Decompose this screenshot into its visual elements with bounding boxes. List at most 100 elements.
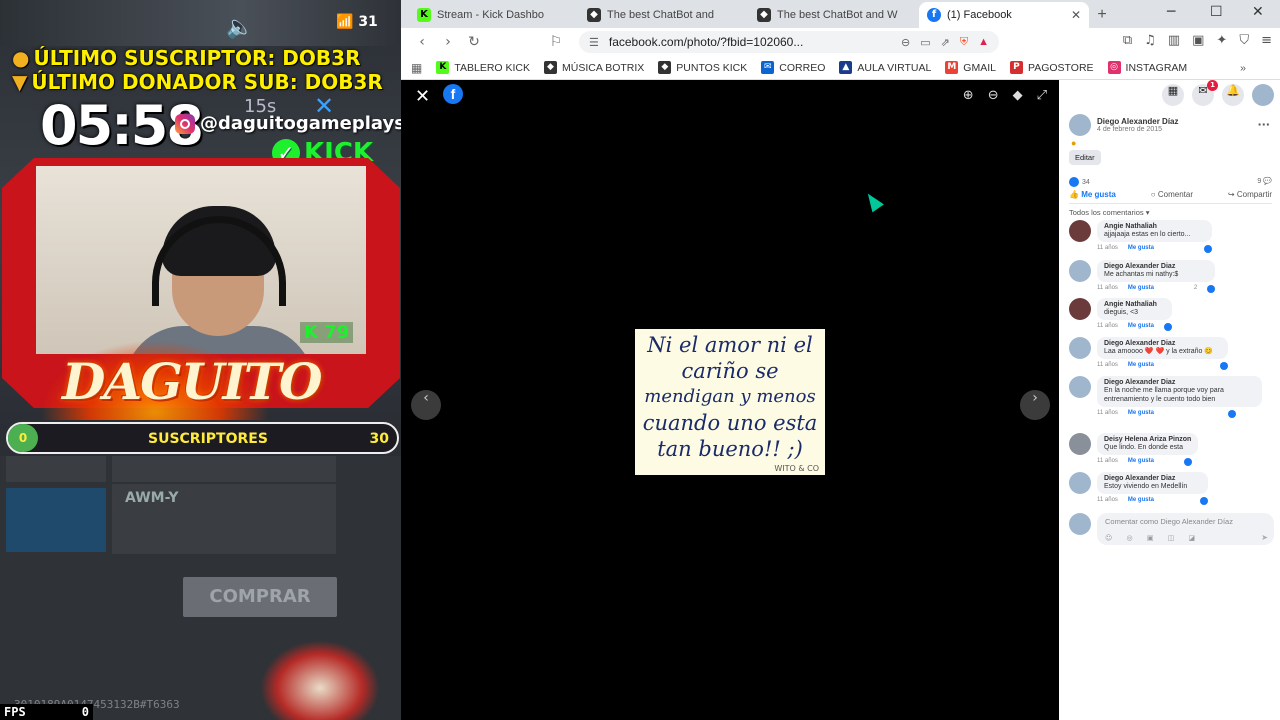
comment-like-button[interactable]: Me gusta — [1128, 323, 1154, 331]
zoom-in-icon[interactable]: ⊕ — [963, 88, 974, 103]
avatar[interactable] — [1069, 220, 1091, 242]
zoom-icon[interactable]: ⊖ — [901, 36, 910, 49]
share-button[interactable]: ↪ Compartir — [1228, 190, 1272, 199]
comment-input[interactable]: Comentar como Diego Alexander Díaz ☺ ◎ ▣… — [1097, 513, 1274, 545]
comment-author[interactable]: Diego Alexander Diaz — [1104, 340, 1221, 347]
more-options-icon[interactable]: ··· — [1257, 118, 1270, 131]
wallet-icon[interactable]: ▣ — [1192, 33, 1204, 48]
tab-kick-dashboard[interactable]: K Stream - Kick Dashbo — [409, 2, 579, 28]
comment: Deisy Helena Ariza Pinzon Que lindo. En … — [1069, 433, 1274, 466]
composer-tools-icon[interactable]: ☺ ◎ ▣ ◫ ◪ — [1105, 534, 1201, 542]
comments-filter[interactable]: Todos los comentarios ▾ — [1069, 208, 1149, 217]
comment-time[interactable]: 11 años — [1097, 323, 1118, 331]
apps-icon[interactable]: ▦ — [411, 61, 422, 75]
fullscreen-icon[interactable]: ⤢ — [1037, 88, 1047, 103]
leo-icon[interactable]: ✦ — [1216, 33, 1227, 48]
comment-time[interactable]: 11 años — [1097, 362, 1118, 370]
comment-time[interactable]: 11 años — [1097, 245, 1118, 253]
bookmark-icon[interactable]: ⚐ — [543, 34, 569, 50]
zoom-out-icon[interactable]: ⊖ — [988, 88, 999, 103]
comment-button[interactable]: ○ Comentar — [1151, 190, 1193, 199]
comment-meta: 11 años Me gusta — [1097, 410, 1262, 418]
like-button[interactable]: 👍 Me gusta — [1069, 190, 1116, 199]
forward-icon[interactable]: › — [435, 34, 461, 50]
facebook-logo-icon[interactable]: f — [443, 84, 463, 104]
avatar[interactable] — [1069, 114, 1091, 136]
comments-count[interactable]: 9 💬 — [1257, 177, 1272, 185]
comment-like-button[interactable]: Me gusta — [1128, 245, 1154, 253]
comment-time[interactable]: 11 años — [1097, 497, 1118, 505]
maximize-icon[interactable]: ☐ — [1210, 4, 1223, 20]
comment-author[interactable]: Diego Alexander Diaz — [1104, 379, 1255, 386]
share-icon[interactable]: ⇗ — [941, 36, 950, 49]
comment-like-button[interactable]: Me gusta — [1128, 285, 1154, 293]
edit-button[interactable]: Editar — [1069, 150, 1101, 165]
bookmark-tablero-kick[interactable]: K TABLERO KICK — [436, 61, 530, 74]
close-viewer-icon[interactable]: ✕ — [415, 86, 430, 107]
avatar[interactable] — [1069, 376, 1091, 398]
tab-facebook[interactable]: f (1) Facebook ✕ — [919, 2, 1089, 28]
close-tab-icon[interactable]: ✕ — [1071, 8, 1081, 22]
bookmark-musica-botrix[interactable]: ◆ MÚSICA BOTRIX — [544, 61, 644, 74]
comment-time[interactable]: 11 años — [1097, 458, 1118, 466]
menu-icon[interactable]: ≡ — [1261, 33, 1272, 48]
bookmark-instagram[interactable]: ◎ INSTAGRAM — [1107, 61, 1187, 74]
messenger-icon[interactable]: ✉ 1 — [1192, 80, 1218, 106]
address-bar[interactable]: ☰ facebook.com/photo/?fbid=102060... ⊖ ▭… — [579, 31, 999, 53]
like-reaction-icon — [1183, 458, 1192, 466]
comment-like-button[interactable]: Me gusta — [1128, 410, 1154, 418]
bookmark-correo[interactable]: ✉ CORREO — [761, 61, 825, 74]
minimize-icon[interactable]: ─ — [1167, 4, 1175, 20]
comment-like-button[interactable]: Me gusta — [1128, 362, 1154, 370]
bookmark-aula-virtual[interactable]: ▲ AULA VIRTUAL — [839, 61, 931, 74]
avatar[interactable] — [1069, 260, 1091, 282]
comment-author[interactable]: Diego Alexander Diaz — [1104, 475, 1201, 482]
rewards-icon[interactable]: ▲ — [978, 36, 989, 48]
brave-shield-icon[interactable]: ⛨ — [960, 36, 968, 49]
bookmark-pagostore[interactable]: P PAGOSTORE — [1009, 61, 1094, 74]
comment-like-button[interactable]: Me gusta — [1128, 458, 1154, 466]
menu-grid-icon[interactable]: ▦ — [1162, 84, 1184, 106]
send-icon[interactable]: ➤ — [1261, 533, 1268, 542]
profile-avatar[interactable] — [1252, 84, 1274, 106]
sidebar-icon[interactable]: ▥ — [1168, 33, 1180, 48]
comment-author[interactable]: Deisy Helena Ariza Pinzon — [1104, 436, 1191, 443]
comment-author[interactable]: Angie Nathaliah — [1104, 223, 1205, 230]
site-info-icon[interactable]: ☰ — [589, 36, 599, 49]
more-bookmarks-icon[interactable]: » — [1240, 62, 1246, 74]
mail-icon: ✉ — [761, 61, 775, 74]
comment-author[interactable]: Angie Nathaliah — [1104, 301, 1165, 308]
window-close-icon[interactable]: ✕ — [1252, 4, 1264, 20]
avatar[interactable] — [1069, 337, 1091, 359]
wifi-value: 31 — [358, 14, 378, 30]
comment-time[interactable]: 11 años — [1097, 285, 1118, 293]
reload-icon[interactable]: ↻ — [461, 34, 487, 50]
bookmark-puntos-kick[interactable]: ◆ PUNTOS KICK — [658, 61, 747, 74]
post-date[interactable]: 4 de febrero de 2015 — [1097, 126, 1179, 133]
reactions-summary[interactable]: 34 — [1069, 177, 1090, 187]
install-icon[interactable]: ▭ — [920, 36, 930, 49]
back-icon[interactable]: ‹ — [409, 34, 435, 50]
comment-like-button[interactable]: Me gusta — [1128, 497, 1154, 505]
comment-time[interactable]: 11 años — [1097, 410, 1118, 418]
extensions-icon[interactable]: ⧉ — [1123, 33, 1132, 48]
previous-photo-button[interactable]: ‹ — [411, 390, 441, 420]
buy-button[interactable]: COMPRAR — [183, 577, 337, 617]
post-author[interactable]: Diego Alexander Díaz — [1097, 117, 1179, 126]
avatar[interactable] — [1069, 298, 1091, 320]
next-photo-button[interactable]: › — [1020, 390, 1050, 420]
new-tab-button[interactable]: + — [1089, 2, 1115, 28]
bookmark-gmail[interactable]: M GMAIL — [945, 61, 996, 74]
bookmark-label: PAGOSTORE — [1027, 61, 1094, 74]
screen: 🔈 📶 31 ● ÚLTIMO SUSCRIPTOR: DOB3R ▼ ÚLTIMO… — [0, 0, 1280, 720]
avatar[interactable] — [1069, 433, 1091, 455]
tab-botrix-1[interactable]: ◆ The best ChatBot and — [579, 2, 749, 28]
notifications-icon[interactable]: 🔔 — [1222, 84, 1244, 106]
tab-botrix-2[interactable]: ◆ The best ChatBot and W — [749, 2, 919, 28]
media-icon[interactable]: ♫ — [1144, 33, 1156, 48]
vpn-icon[interactable]: ⛉ — [1239, 33, 1249, 48]
tag-icon[interactable]: ◆ — [1013, 88, 1023, 103]
comment-text: dieguis, <3 — [1104, 309, 1139, 316]
comment-author[interactable]: Diego Alexander Diaz — [1104, 263, 1208, 270]
avatar[interactable] — [1069, 472, 1091, 494]
